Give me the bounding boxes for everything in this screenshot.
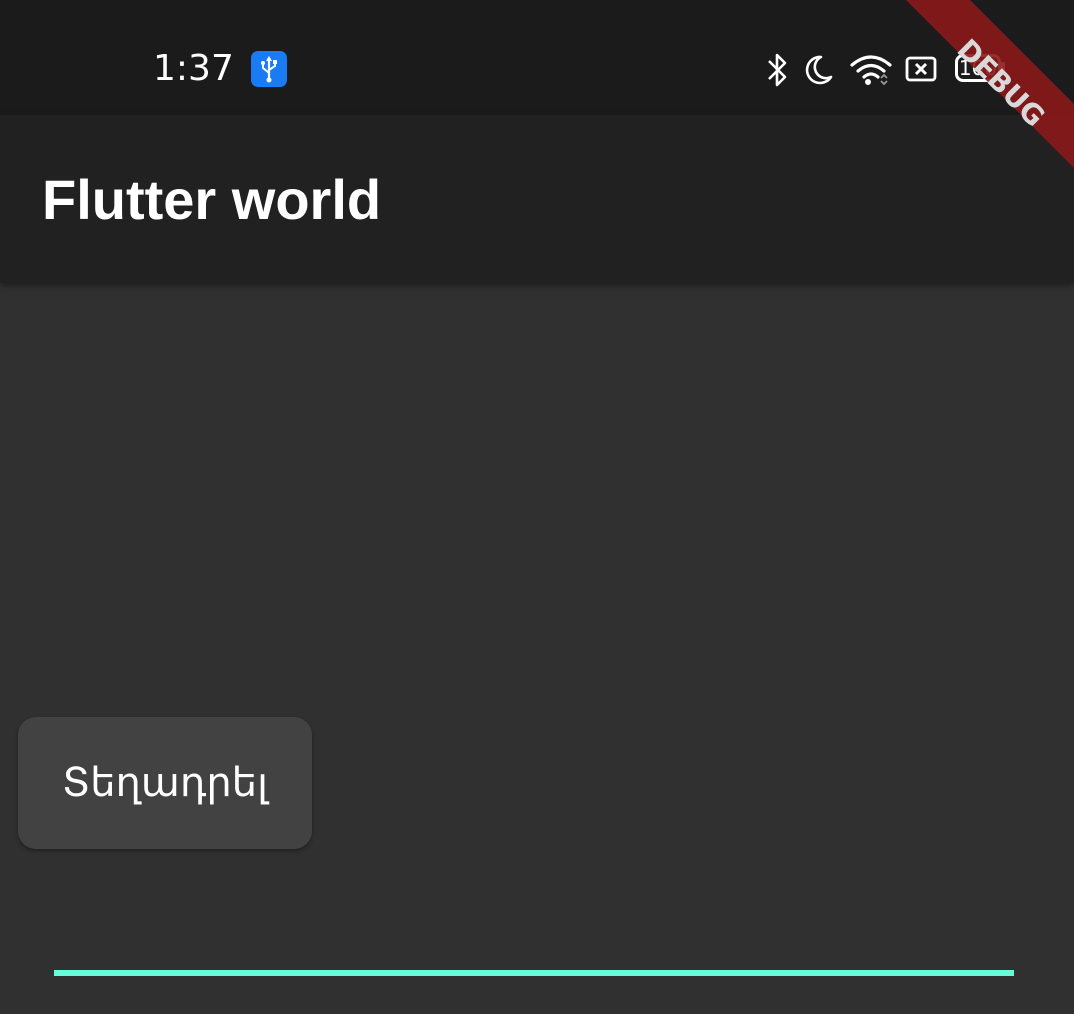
usb-icon bbox=[251, 51, 287, 87]
accent-underline bbox=[54, 970, 1014, 976]
install-tile[interactable]: Տեղադրել bbox=[18, 717, 312, 849]
install-tile-label: Տեղադրել bbox=[62, 760, 268, 806]
app-title: Flutter world bbox=[42, 168, 382, 231]
status-time: 1:37 bbox=[153, 48, 234, 89]
battery-tip bbox=[1001, 62, 1005, 73]
battery-level: 100 bbox=[958, 56, 998, 80]
battery-icon: 100 bbox=[955, 54, 1001, 82]
do-not-disturb-moon-icon bbox=[805, 55, 833, 85]
no-sim-icon bbox=[905, 56, 937, 82]
wifi-icon bbox=[850, 55, 892, 86]
bluetooth-icon bbox=[768, 53, 787, 87]
